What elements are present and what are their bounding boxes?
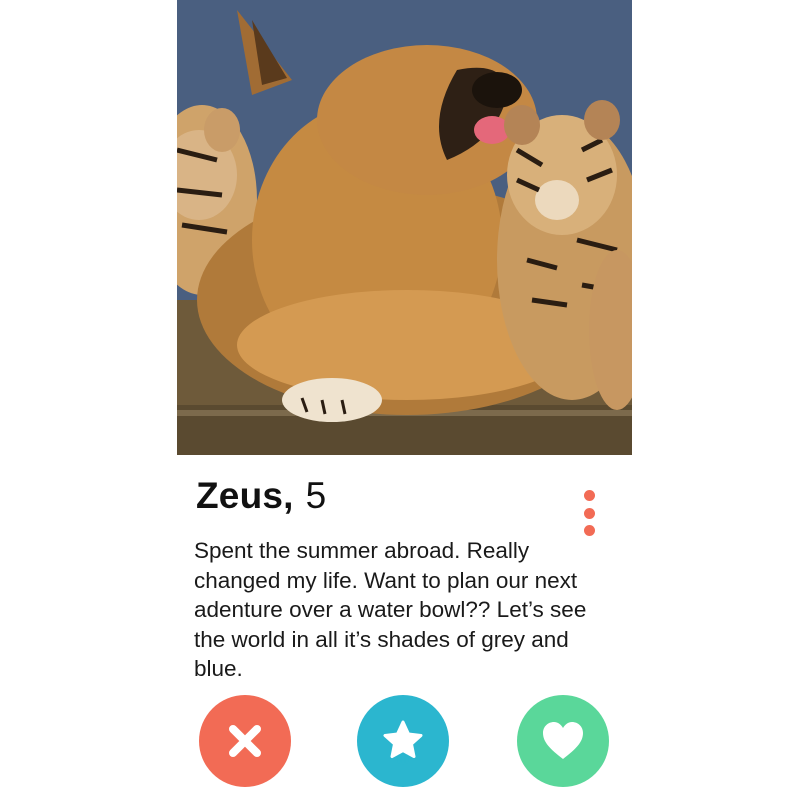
heart-icon (543, 722, 583, 759)
menu-dot (583, 507, 595, 519)
more-options-icon[interactable] (578, 490, 600, 536)
menu-dot (583, 525, 595, 536)
profile-photo-image (177, 0, 632, 455)
nope-button[interactable] (199, 695, 291, 787)
close-icon (229, 725, 261, 757)
profile-photo[interactable] (177, 0, 632, 455)
superlike-button[interactable] (357, 695, 449, 787)
profile-bio: Spent the summer abroad. Really changed … (194, 538, 587, 682)
star-icon (383, 720, 423, 765)
profile-age: 5 (305, 475, 327, 516)
like-button[interactable] (517, 695, 609, 787)
profile-name: Zeus, (196, 475, 294, 516)
menu-dot (583, 490, 595, 501)
profile-header: Zeus, 5 (196, 475, 326, 525)
